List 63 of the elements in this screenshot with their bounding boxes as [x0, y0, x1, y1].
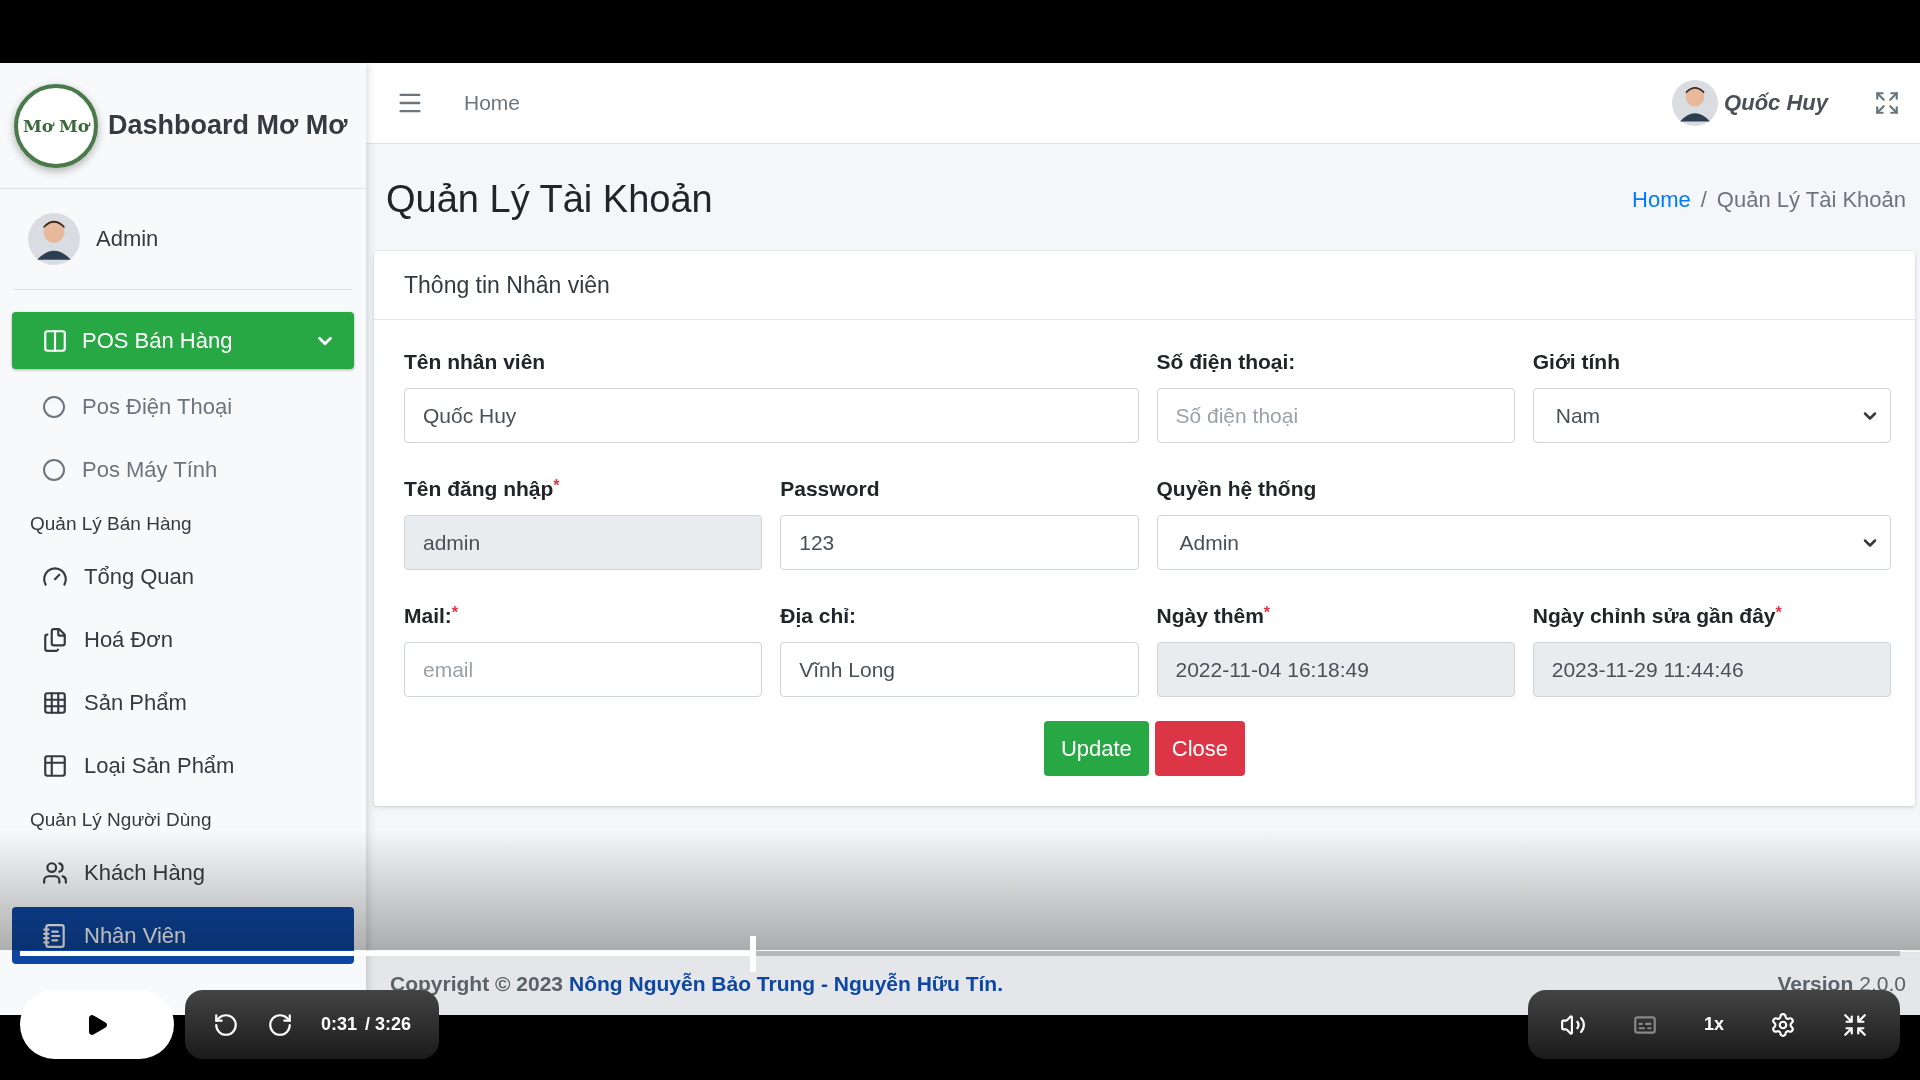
- speed-button[interactable]: 1x: [1703, 1014, 1724, 1035]
- nav-link[interactable]: Home: [464, 91, 521, 115]
- required-mark: *: [451, 604, 459, 621]
- authors-link[interactable]: Nông Nguyễn Bảo Trung - Nguyễn Hữu Tín.: [569, 972, 1004, 996]
- field-label: Địa chỉ:: [780, 604, 857, 627]
- settings-icon[interactable]: [1770, 1011, 1796, 1038]
- sidebar-item[interactable]: Khách Hàng: [12, 844, 354, 901]
- field-label: Ngày chỉnh sửa gần đây: [1532, 604, 1776, 627]
- breadcrumb-separator: /: [1700, 186, 1707, 213]
- breadcrumb-link[interactable]: Home: [1632, 186, 1691, 213]
- time-elapsed: 0:31: [321, 1014, 358, 1035]
- sidebar-item[interactable]: Pos Điện Thoại: [12, 378, 354, 435]
- logo: Mơ Mơ: [14, 83, 98, 168]
- field-label: Tên đăng nhập: [404, 477, 554, 500]
- sidebar-item[interactable]: Loại Sản Phẩm: [12, 737, 354, 794]
- forward-icon[interactable]: [267, 1011, 293, 1038]
- sidebar-item[interactable]: Nhân Viên: [12, 907, 354, 964]
- input-field[interactable]: Số điện thoại: [1156, 388, 1515, 443]
- input-field[interactable]: 123: [780, 515, 1139, 570]
- sidebar-section-header: Quản Lý Người Dùng: [29, 808, 213, 832]
- required-mark: *: [1775, 604, 1782, 621]
- notebook-icon: [42, 922, 68, 949]
- select-field[interactable]: Admin: [1156, 515, 1891, 570]
- field-label: Tên nhân viên: [404, 350, 546, 373]
- page-title: Quản Lý Tài Khoản: [386, 178, 713, 221]
- table-icon: [42, 752, 68, 779]
- sidebar-item[interactable]: Sản Phẩm: [12, 674, 354, 731]
- field-label: Quyền hệ thống: [1156, 477, 1317, 500]
- users-icon: [42, 859, 68, 886]
- field-label: Password: [780, 477, 880, 500]
- user-avatar: [1672, 80, 1719, 126]
- copyright-text: Copyright © 2023: [390, 972, 563, 996]
- rewind-icon[interactable]: [213, 1011, 239, 1038]
- required-mark: *: [553, 477, 560, 494]
- circle-icon: [42, 457, 66, 482]
- input-field[interactable]: Quốc Huy: [404, 388, 1139, 443]
- field-label: Ngày thêm: [1156, 604, 1264, 627]
- field-label: Mail:: [404, 604, 452, 627]
- select-field[interactable]: Nam: [1532, 388, 1891, 443]
- close-button[interactable]: Close: [1154, 721, 1246, 776]
- input-field[interactable]: email: [404, 642, 763, 697]
- breadcrumb-current: Quản Lý Tài Khoản: [1716, 186, 1906, 213]
- fullscreen-icon[interactable]: [1874, 90, 1900, 116]
- sidebar-item[interactable]: Tổng Quan: [12, 548, 354, 605]
- circle-icon: [42, 394, 66, 419]
- field-label: Số điện thoại:: [1156, 350, 1296, 373]
- slider-thumb[interactable]: [750, 936, 757, 972]
- user-name[interactable]: Admin: [96, 226, 159, 252]
- brand-title: Dashboard Mơ Mơ: [108, 110, 348, 141]
- input-field[interactable]: Vĩnh Long: [780, 642, 1139, 697]
- user-name[interactable]: Quốc Huy: [1724, 90, 1828, 116]
- columns-icon: [42, 327, 68, 354]
- sidebar-item[interactable]: Pos Máy Tính: [12, 441, 354, 498]
- user-avatar: [28, 213, 80, 265]
- time-duration: / 3:26: [365, 1014, 412, 1035]
- required-mark: *: [1263, 604, 1271, 621]
- sidebar-item[interactable]: Hoá Đơn: [12, 611, 354, 668]
- field-label: Giới tính: [1532, 350, 1620, 373]
- grid-icon: [42, 689, 68, 716]
- card-title: Thông tin Nhân viên: [404, 271, 610, 299]
- files-icon: [42, 626, 68, 653]
- sidebar-section-header: Quản Lý Bán Hàng: [29, 512, 193, 536]
- exit-fullscreen-icon[interactable]: [1842, 1011, 1868, 1038]
